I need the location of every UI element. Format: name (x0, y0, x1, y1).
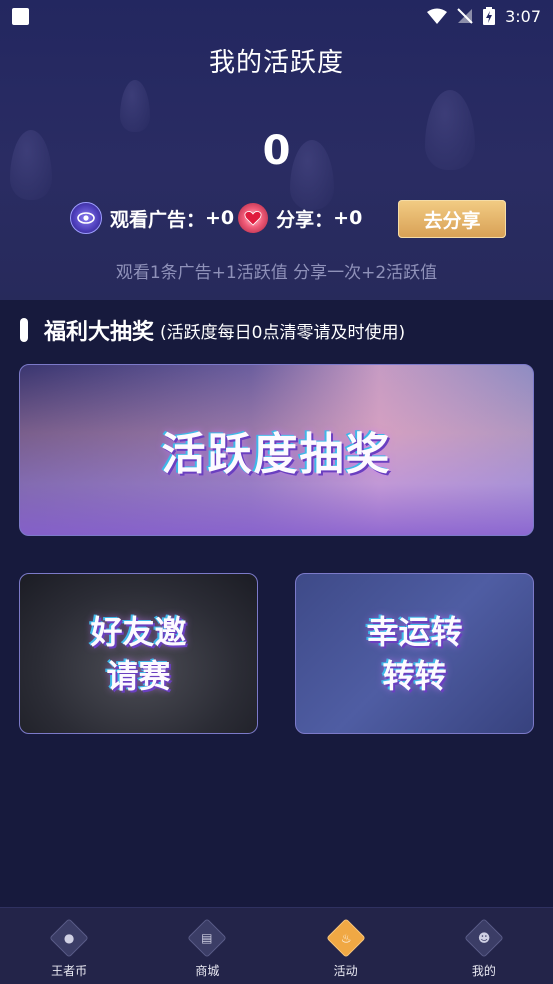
section-marker (20, 318, 28, 342)
lottery-card[interactable]: 活跃度抽奖 (19, 364, 534, 536)
lottery-card-title: 活跃度抽奖 (161, 429, 392, 480)
share-button[interactable]: 去分享 (398, 200, 506, 238)
bottom-nav: ● 王者币 ▤ 商城 ♨ 活动 ☻ 我的 (0, 907, 553, 984)
nav-item-coins[interactable]: ● 王者币 (0, 908, 138, 984)
clock: 3:07 (505, 6, 541, 26)
status-bar: 3:07 (0, 0, 553, 32)
friend-invite-title: 好友邀 请赛 (79, 610, 199, 698)
nav-item-profile[interactable]: ☻ 我的 (415, 908, 553, 984)
notification-icon (12, 7, 29, 25)
nav-item-activity[interactable]: ♨ 活动 (277, 908, 415, 984)
lucky-wheel-card[interactable]: 幸运转 转转 (295, 573, 534, 734)
share-label: 分享： (276, 208, 334, 231)
lucky-wheel-line2: 转转 (382, 656, 447, 695)
friend-invite-line2: 请赛 (106, 656, 171, 695)
shop-icon: ▤ (187, 918, 228, 958)
section-subtitle: (活跃度每日0点清零请及时使用) (160, 322, 406, 343)
nav-item-shop[interactable]: ▤ 商城 (138, 908, 276, 984)
share-value: +0 (333, 207, 363, 229)
heart-icon (238, 203, 269, 233)
user-icon: ☻ (464, 918, 504, 958)
ad-label: 观看广告： (110, 208, 206, 231)
status-icons: 3:07 (427, 7, 541, 26)
friend-invite-card[interactable]: 好友邀 请赛 (19, 573, 258, 734)
activity-hint: 观看1条广告+1活跃值 分享一次+2活跃值 (115, 263, 438, 283)
nav-label: 王者币 (51, 964, 88, 978)
no-signal-icon (457, 8, 473, 24)
section-title: 福利大抽奖 (44, 320, 155, 345)
lucky-wheel-title: 幸运转 转转 (355, 610, 475, 698)
activity-score: 0 (262, 128, 291, 174)
nav-label: 商城 (195, 964, 220, 978)
page-title: 我的活跃度 (208, 48, 344, 78)
lucky-wheel-line1: 幸运转 (366, 612, 463, 651)
coin-icon: ● (49, 918, 89, 958)
fire-icon: ♨ (325, 918, 366, 958)
decoration-shape (120, 80, 150, 132)
activity-stats: 观看广告： +0 分享： +0 (70, 198, 362, 238)
friend-invite-line1: 好友邀 (90, 612, 187, 651)
ad-value: +0 (205, 207, 235, 229)
wifi-icon (427, 8, 448, 24)
battery-charging-icon (483, 7, 496, 25)
nav-label: 活动 (333, 964, 358, 978)
ad-eye-icon (70, 202, 102, 234)
nav-label: 我的 (471, 964, 496, 978)
section-header: 福利大抽奖 (活跃度每日0点清零请及时使用) (20, 314, 405, 346)
